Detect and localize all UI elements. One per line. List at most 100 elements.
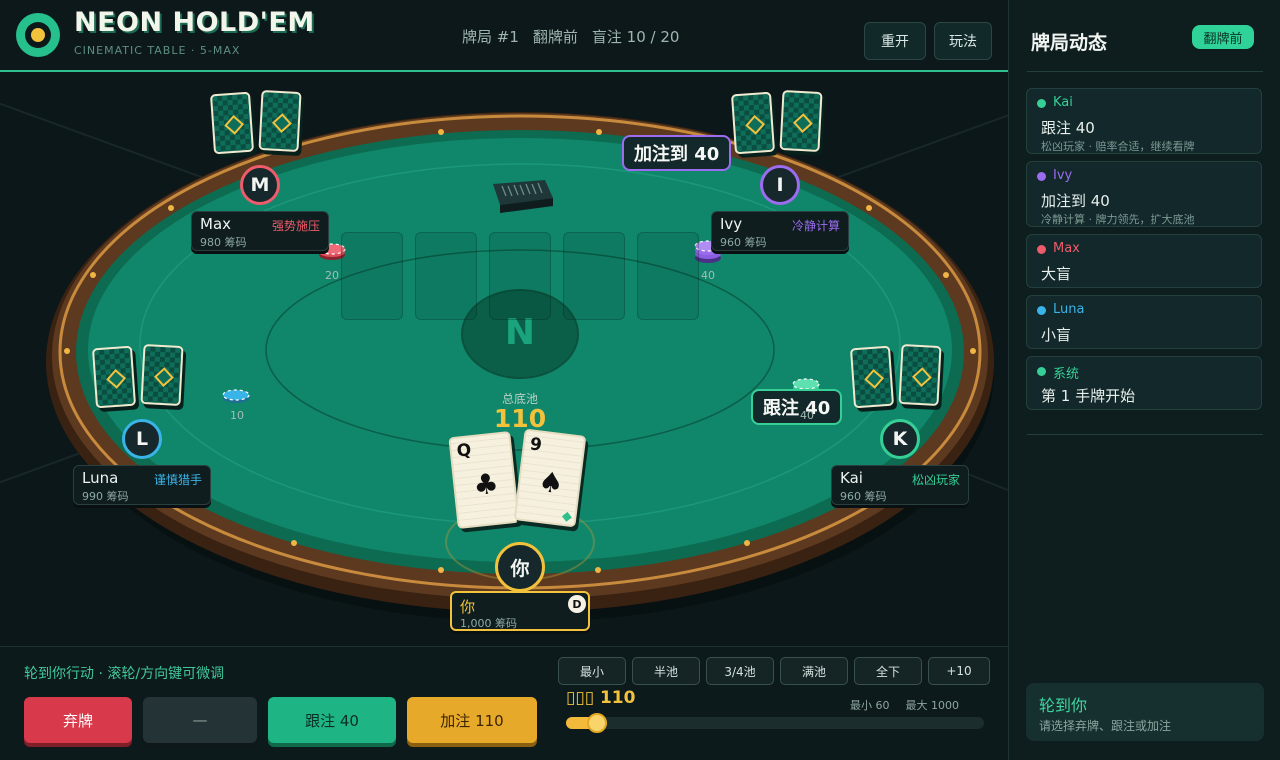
preset-half-pot-button[interactable]: 半池	[632, 657, 700, 685]
log-player: Kai	[1053, 95, 1073, 110]
player-chips: 960 筹码	[720, 236, 767, 249]
bet-amount-ivy: 40	[701, 269, 715, 282]
log-player: Ivy	[1053, 168, 1073, 183]
seat-panel-hero: 你 1,000 筹码 D	[450, 591, 590, 631]
sidebar-divider	[1027, 71, 1263, 72]
card-back	[209, 91, 255, 155]
card-suit: ♠	[536, 464, 566, 501]
card-suit: ♣	[471, 466, 501, 503]
call-button[interactable]: 跟注 40	[268, 697, 396, 743]
seat-panel-kai: Kai 960 筹码 松凶玩家	[831, 465, 969, 505]
card-back	[730, 91, 776, 155]
avatar-kai: K	[880, 419, 920, 459]
log-action: 第 1 手牌开始	[1041, 387, 1136, 405]
player-dot-icon	[1037, 172, 1046, 181]
pot-value: 110	[493, 404, 547, 433]
fold-button[interactable]: 弃牌	[24, 697, 132, 743]
player-style: 冷静计算	[791, 219, 840, 233]
chip-stack-luna	[222, 389, 250, 403]
player-name: Kai	[840, 469, 863, 487]
table-area: N 总底池 110 Max 980 筹码 强势施压 M 20 Ivy 960 筹…	[0, 72, 1008, 646]
avatar-ivy: I	[760, 165, 800, 205]
log-item: Ivy 加注到 40 冷静计算 · 牌力领先，扩大底池	[1026, 161, 1262, 227]
rules-button[interactable]: 玩法	[934, 22, 992, 60]
bet-max-label: 最大 1000	[905, 699, 960, 712]
log-action: 跟注 40	[1041, 119, 1095, 137]
raise-button[interactable]: 加注 110	[407, 697, 537, 743]
preset-all-in-button[interactable]: 全下	[854, 657, 922, 685]
seat-panel-ivy: Ivy 960 筹码 冷静计算	[711, 211, 849, 251]
avatar-luna: L	[122, 419, 162, 459]
card-back	[140, 343, 184, 407]
top-bar: NEON HOLD'EM CINEMATIC TABLE · 5-MAX 牌局 …	[0, 0, 1008, 72]
log-player: Max	[1053, 241, 1080, 256]
turn-status: 轮到你 请选择弃牌、跟注或加注	[1026, 683, 1264, 741]
player-dot-icon	[1037, 367, 1046, 376]
community-card-slot	[489, 232, 551, 320]
preset-pot-button[interactable]: 满池	[780, 657, 848, 685]
log-action: 大盲	[1041, 265, 1072, 283]
seat-panel-max: Max 980 筹码 强势施压	[191, 211, 329, 251]
bet-limits: 最小 60 最大 1000	[850, 697, 975, 713]
player-style: 强势施压	[271, 219, 320, 233]
sidebar-title: 牌局动态	[1031, 32, 1108, 54]
bet-amount-luna: 10	[230, 409, 244, 422]
player-chips: 990 筹码	[82, 490, 129, 503]
player-name: Luna	[82, 469, 119, 487]
turn-title: 轮到你	[1039, 696, 1088, 715]
community-card-slot	[637, 232, 699, 320]
dealer-button-icon: D	[568, 595, 586, 613]
bet-slider[interactable]	[566, 713, 984, 733]
player-chips: 980 筹码	[200, 236, 247, 249]
log-note: 松凶玩家 · 赔率合适，继续看牌	[1041, 140, 1195, 153]
preset-three-quarter-pot-button[interactable]: 3/4池	[706, 657, 774, 685]
preset-plus-ten-button[interactable]: +10	[928, 657, 990, 685]
bet-min-label: 最小 60	[850, 699, 890, 712]
player-name: 你	[460, 598, 476, 616]
log-action: 小盲	[1041, 326, 1072, 344]
log-item: Max 大盲	[1026, 234, 1262, 288]
log-player: Luna	[1053, 302, 1085, 317]
sidebar-divider	[1027, 434, 1263, 435]
blinds-info: 盲注 10 / 20	[591, 28, 680, 46]
card-back	[91, 345, 137, 409]
community-card-slot	[563, 232, 625, 320]
card-back	[258, 89, 302, 153]
action-bubble-kai: 跟注 40	[751, 389, 843, 425]
preset-min-button[interactable]: 最小	[558, 657, 626, 685]
restart-button[interactable]: 重开	[864, 22, 926, 60]
log-player: 系统	[1053, 367, 1080, 382]
log-action: 加注到 40	[1041, 192, 1110, 210]
player-chips: 960 筹码	[840, 490, 887, 503]
hand-stage: 翻牌前	[532, 28, 578, 46]
hero-card: 9 ♠	[513, 428, 587, 528]
log-item: Luna 小盲	[1026, 295, 1262, 349]
card-rank: Q	[455, 440, 473, 462]
log-item: 系统 第 1 手牌开始	[1026, 356, 1262, 410]
player-name: Ivy	[720, 215, 743, 233]
player-style: 松凶玩家	[911, 473, 960, 487]
logo-dot-icon	[31, 28, 45, 42]
avatar-max: M	[240, 165, 280, 205]
card-back	[849, 345, 895, 409]
action-controls: 轮到你行动 · 滚轮/方向键可微调 弃牌 — 跟注 40 加注 110 最小 半…	[0, 646, 1008, 760]
action-bubble-ivy: 加注到 40	[622, 135, 732, 171]
player-dot-icon	[1037, 99, 1046, 108]
community-card-slot	[341, 232, 403, 320]
card-back	[779, 89, 823, 153]
check-button[interactable]: —	[143, 697, 257, 743]
hand-number: 牌局 #1	[462, 28, 519, 46]
player-dot-icon	[1037, 306, 1046, 315]
seat-panel-luna: Luna 990 筹码 谨慎猎手	[73, 465, 211, 505]
bet-amount-max: 20	[325, 269, 339, 282]
phase-badge: 翻牌前	[1192, 25, 1254, 49]
community-card-slot	[415, 232, 477, 320]
turn-subtitle: 请选择弃牌、跟注或加注	[1039, 719, 1172, 733]
action-log-sidebar: 牌局动态 翻牌前 Kai 跟注 40 松凶玩家 · 赔率合适，继续看牌 Ivy …	[1008, 0, 1280, 760]
player-chips: 1,000 筹码	[460, 617, 517, 630]
bet-amount-kai: 40	[800, 409, 814, 422]
app-subtitle: CINEMATIC TABLE · 5-MAX	[74, 44, 241, 57]
bet-slider-handle[interactable]	[587, 713, 608, 733]
turn-hint: 轮到你行动 · 滚轮/方向键可微调	[24, 666, 225, 682]
app-title: NEON HOLD'EM	[74, 7, 315, 38]
